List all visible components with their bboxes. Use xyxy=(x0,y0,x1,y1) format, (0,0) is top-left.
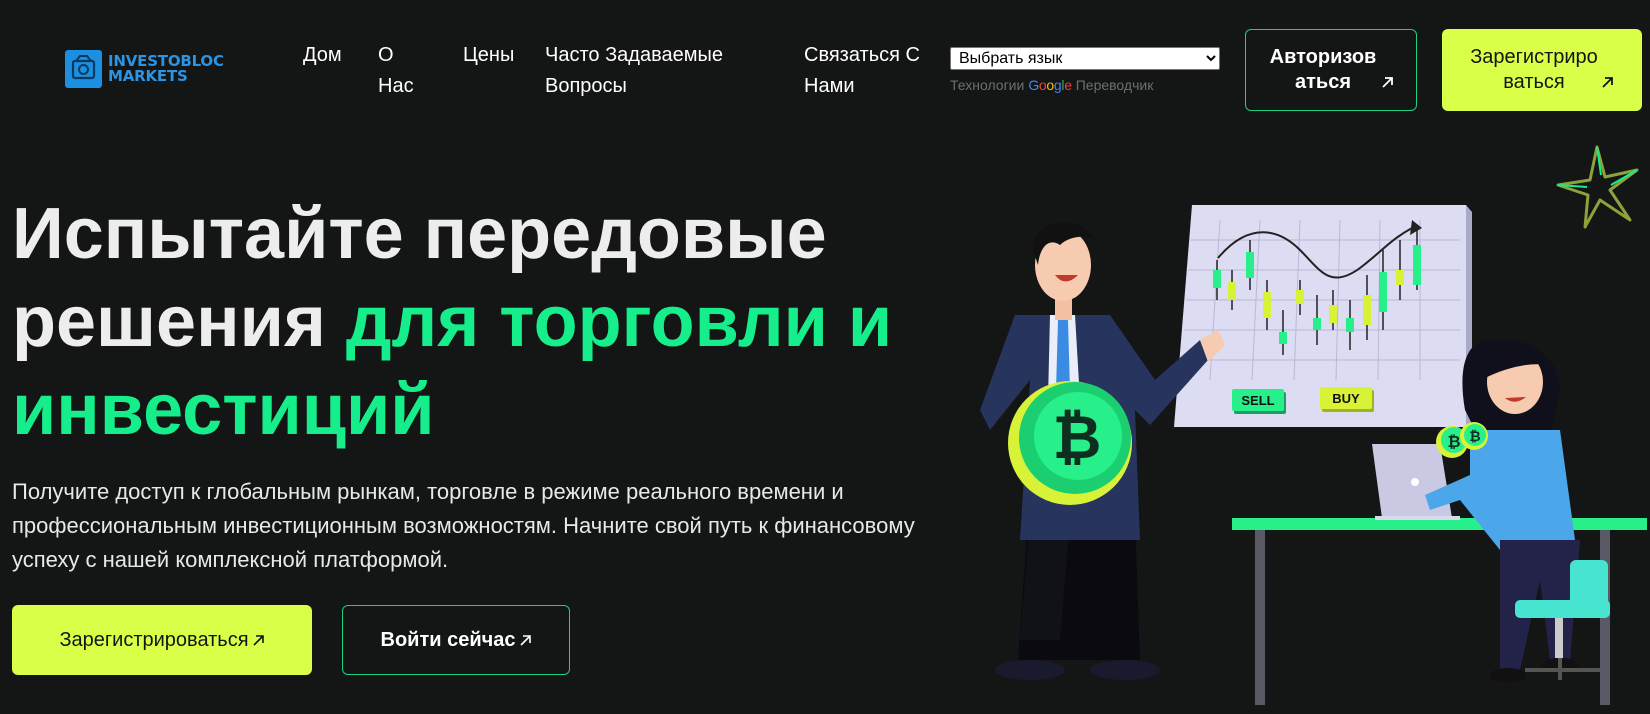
google-logo: Google xyxy=(1028,77,1072,93)
header-register-label: Зарегистрироваться xyxy=(1470,46,1598,93)
arrow-up-right-icon xyxy=(252,634,264,646)
svg-text:₿: ₿ xyxy=(1447,432,1460,451)
brand-logo-icon xyxy=(65,50,102,88)
nav-prices[interactable]: Цены xyxy=(463,40,514,71)
brand-name-line2: MARKETS xyxy=(108,67,188,85)
hero-login-button[interactable]: Войти сейчас xyxy=(342,605,570,675)
hero-register-label: Зарегистрироваться xyxy=(59,628,249,651)
header-login-button[interactable]: Авторизоваться xyxy=(1245,29,1417,111)
powered-by-label: Технологии xyxy=(950,77,1025,93)
arrow-up-right-icon xyxy=(519,634,531,646)
trading-illustration: SELL BUY ₿ ₿ ₿ xyxy=(980,205,1647,705)
google-translate-credit: Технологии Google Переводчик xyxy=(950,77,1153,93)
svg-text:₿: ₿ xyxy=(1469,429,1480,445)
nav-faq[interactable]: Часто Задаваемые Вопросы xyxy=(545,40,755,102)
hero-title: Испытайте передовые решения для торговли… xyxy=(12,190,952,454)
header-register-button[interactable]: Зарегистрироваться xyxy=(1442,29,1642,111)
translate-link[interactable]: Переводчик xyxy=(1076,77,1154,93)
brand-logo[interactable]: INVESTOBLOC MARKETS xyxy=(65,50,224,88)
sell-label: SELL xyxy=(1241,393,1274,408)
svg-text:₿: ₿ xyxy=(1053,403,1102,473)
hero-login-label: Войти сейчас xyxy=(380,628,516,651)
arrow-up-right-icon xyxy=(1602,77,1613,88)
chart-board: SELL BUY xyxy=(1174,205,1472,432)
hero-subtitle: Получите доступ к глобальным рынкам, тор… xyxy=(12,479,915,572)
bitcoin-coin-small-icon: ₿ xyxy=(1460,422,1488,450)
buy-tag: BUY xyxy=(1320,387,1374,412)
header-login-label: Авторизоваться xyxy=(1269,46,1377,93)
bitcoin-coin-large-icon: ₿ xyxy=(1008,381,1132,505)
language-select[interactable]: Выбрать язык xyxy=(950,47,1220,70)
nav-about[interactable]: О Нас xyxy=(378,40,424,102)
sell-tag: SELL xyxy=(1232,389,1286,414)
buy-label: BUY xyxy=(1332,391,1360,406)
arrow-up-right-icon xyxy=(1382,77,1393,88)
nav-home[interactable]: Дом xyxy=(303,40,342,71)
nav-contact[interactable]: Связаться С Нами xyxy=(804,40,939,102)
hero-register-button[interactable]: Зарегистрироваться xyxy=(12,605,312,675)
